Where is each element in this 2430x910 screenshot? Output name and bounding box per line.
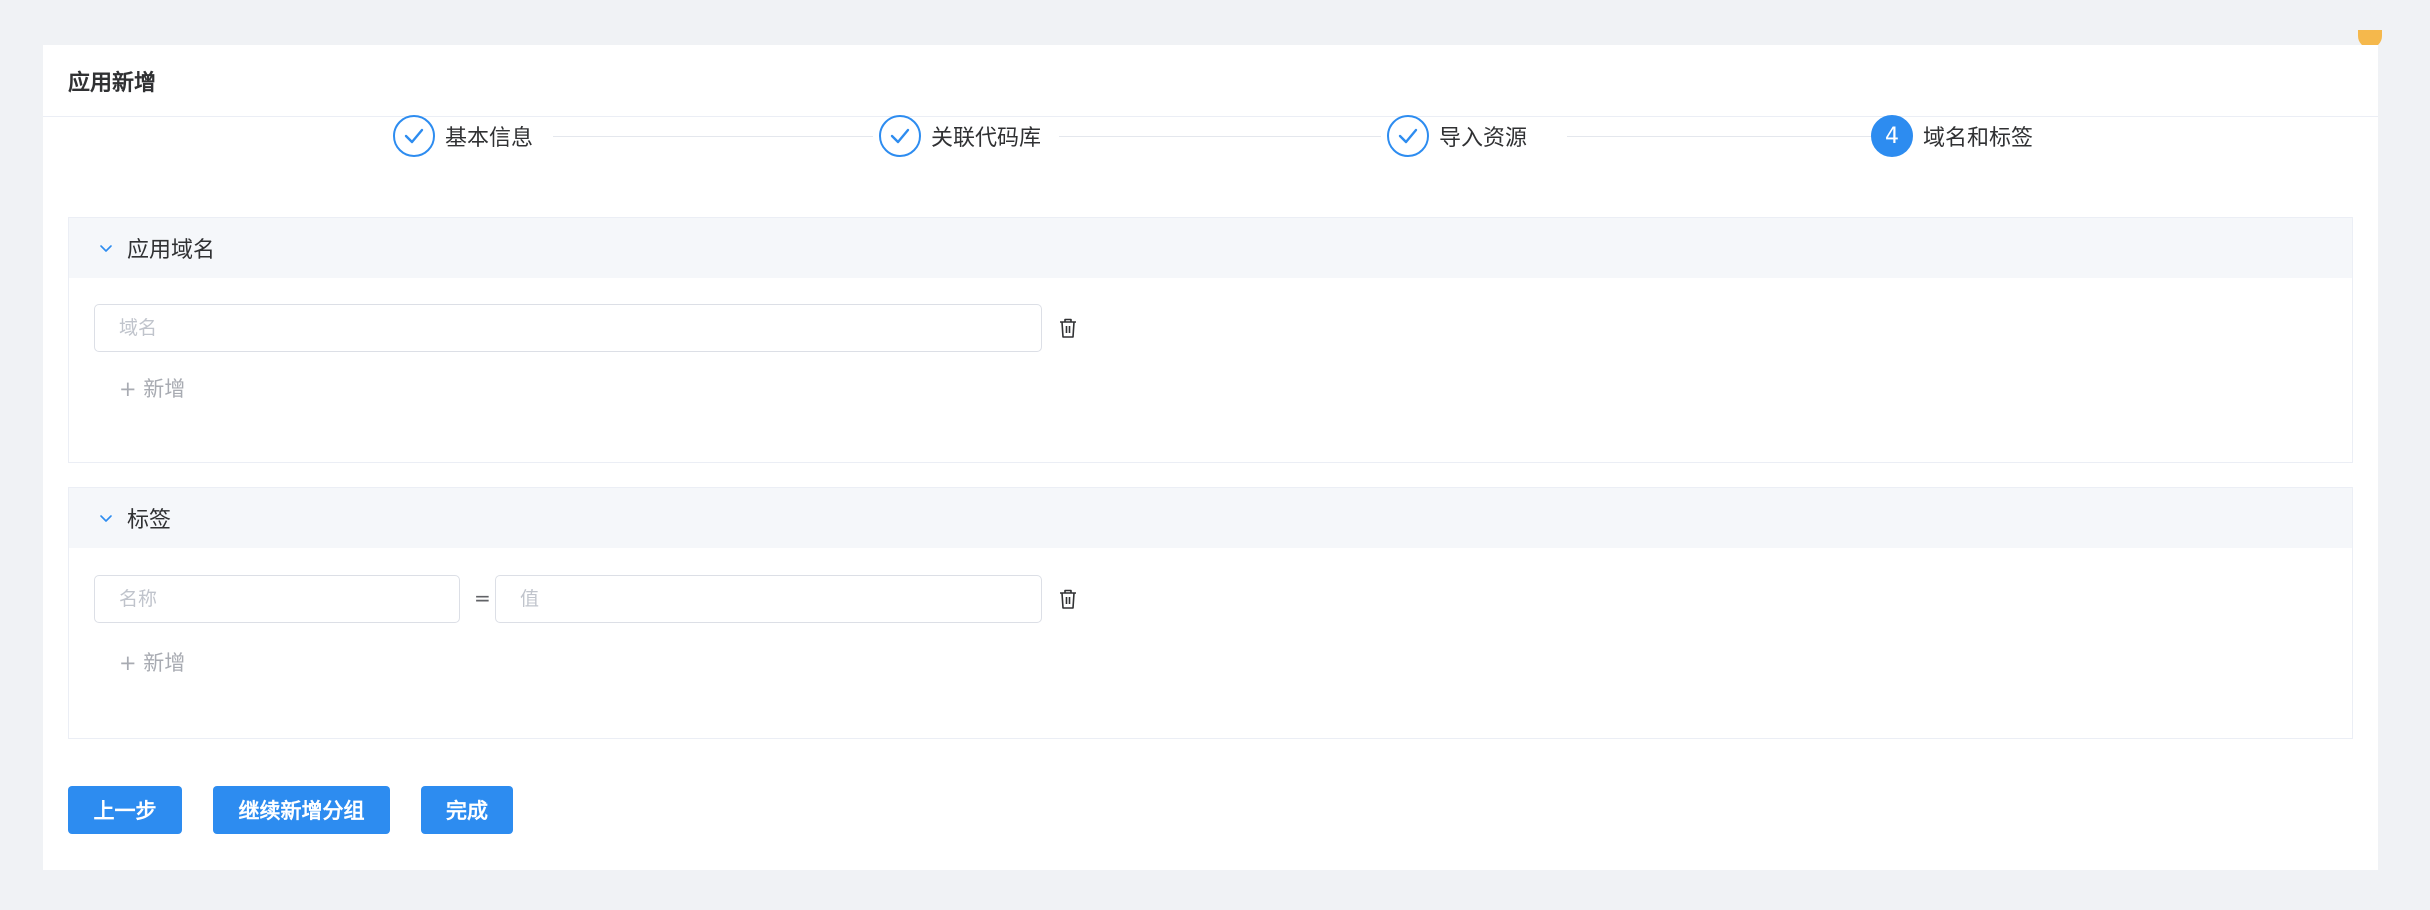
- add-domain-link[interactable]: + 新增: [119, 373, 185, 403]
- step-import-resources: 导入资源: [1387, 115, 1527, 157]
- domain-section-header[interactable]: 应用域名: [69, 218, 2352, 278]
- step-connector: [1567, 136, 1897, 137]
- chevron-down-icon[interactable]: [97, 509, 115, 527]
- page-title: 应用新增: [43, 45, 2378, 117]
- prev-step-button[interactable]: 上一步: [68, 786, 182, 834]
- step-label: 关联代码库: [931, 126, 1042, 151]
- domain-section: 应用域名 + 新增: [68, 217, 2353, 463]
- tag-name-input[interactable]: [94, 575, 460, 623]
- finish-button[interactable]: 完成: [421, 786, 513, 834]
- check-icon: [879, 115, 921, 157]
- add-tag-link[interactable]: + 新增: [119, 647, 185, 677]
- domain-input[interactable]: [94, 304, 1042, 352]
- step-label: 域名和标签: [1923, 126, 2034, 151]
- equals-sign: =: [474, 586, 491, 610]
- trash-icon[interactable]: [1057, 316, 1079, 340]
- section-title: 应用域名: [127, 238, 216, 263]
- tag-section: 标签 = + 新增: [68, 487, 2353, 739]
- step-connector: [1059, 136, 1381, 137]
- section-title: 标签: [127, 508, 172, 533]
- chevron-down-icon[interactable]: [97, 239, 115, 257]
- tag-value-input[interactable]: [495, 575, 1042, 623]
- tag-section-header[interactable]: 标签: [69, 488, 2352, 548]
- step-link-repo: 关联代码库: [879, 115, 1041, 157]
- step-basic-info: 基本信息: [393, 115, 533, 157]
- continue-add-group-button[interactable]: 继续新增分组: [213, 786, 390, 834]
- check-icon: [1387, 115, 1429, 157]
- step-label: 导入资源: [1439, 126, 1528, 151]
- app-create-card: 应用新增 基本信息 关联代码库 导入资源 4 域名和标签 应用域名 域名 + 新…: [43, 45, 2378, 870]
- check-icon: [393, 115, 435, 157]
- trash-icon[interactable]: [1057, 587, 1079, 611]
- step-label: 基本信息: [445, 126, 534, 151]
- step-domain-tags: 4 域名和标签: [1871, 115, 2033, 157]
- step-number: 4: [1871, 115, 1913, 157]
- step-connector: [553, 136, 873, 137]
